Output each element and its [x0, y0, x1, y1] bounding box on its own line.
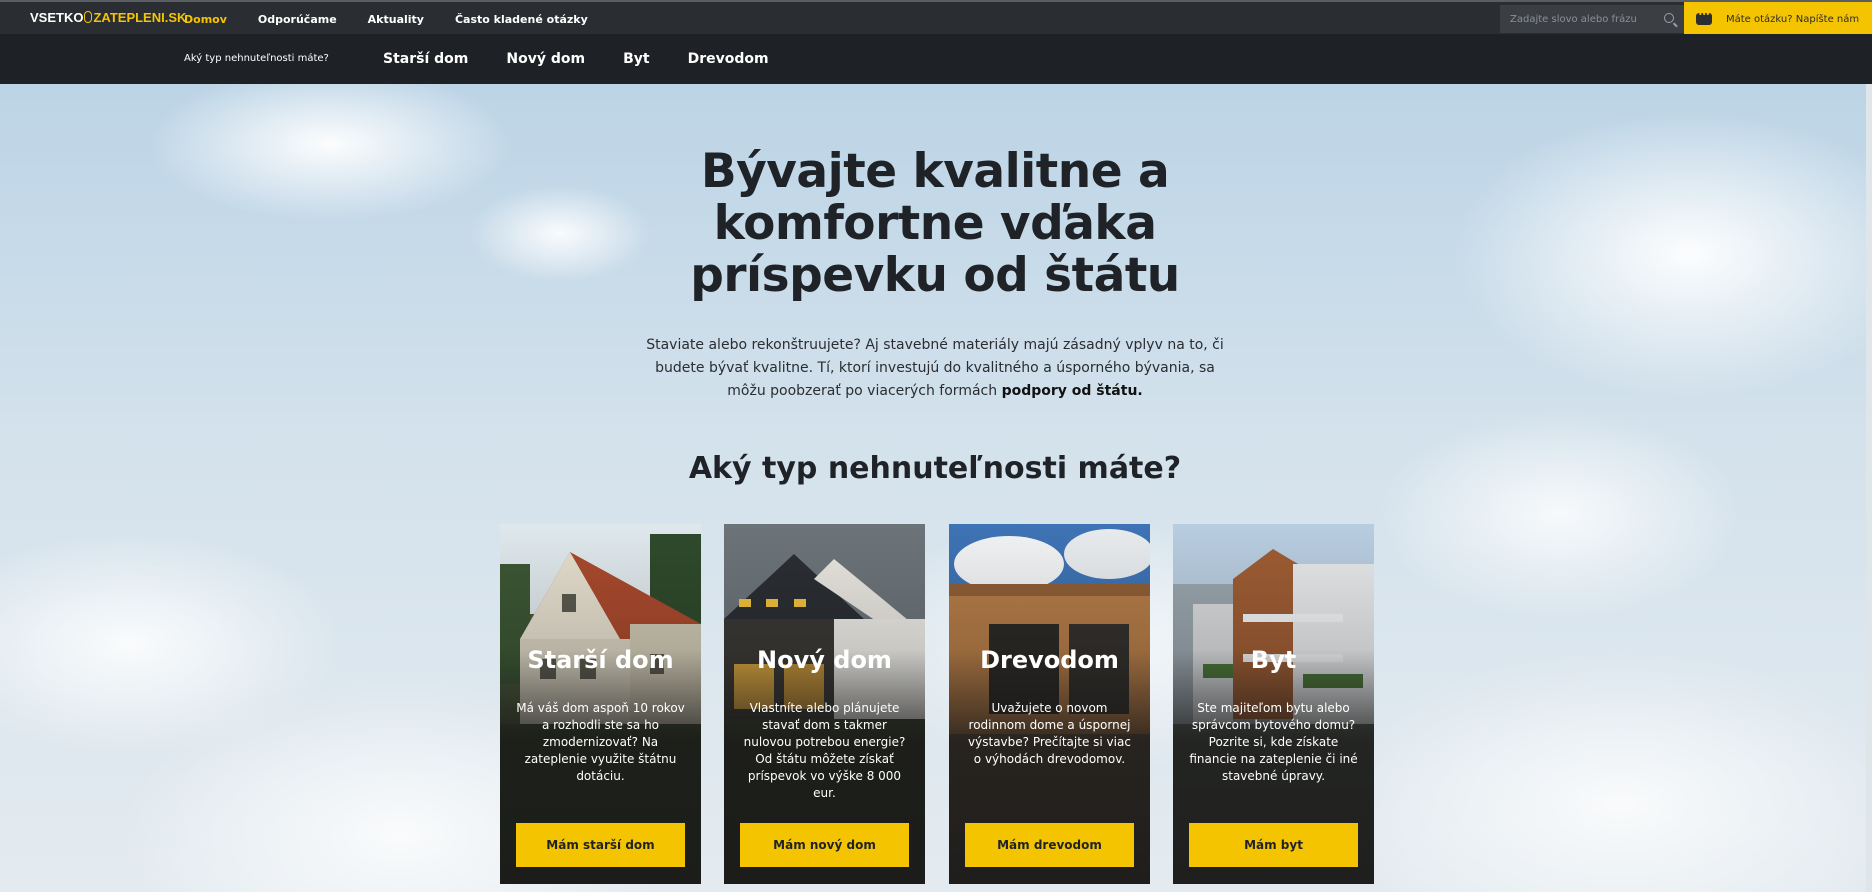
hero-lead: Staviate alebo rekonštruujete? Aj staveb…: [640, 334, 1230, 403]
card-description: Má váš dom aspoň 10 rokov a rozhodli ste…: [516, 701, 685, 783]
subnav-item-novy-dom[interactable]: Nový dom: [506, 51, 585, 67]
subnav-item-drevodom[interactable]: Drevodom: [688, 51, 769, 67]
card-title: Byt: [1250, 646, 1297, 674]
card-byt[interactable]: Byt Ste majiteľom bytu alebo správcom by…: [1173, 524, 1374, 884]
card-novy-dom[interactable]: Nový dom Vlastníte alebo plánujete stava…: [724, 524, 925, 884]
hero-lead-bold: podpory od štátu.: [1001, 383, 1143, 399]
property-type-nav: Starší dom Nový dom Byt Drevodom: [383, 34, 807, 84]
card-title: Drevodom: [980, 646, 1119, 674]
card-title: Starší dom: [527, 646, 674, 674]
property-type-question: Aký typ nehnuteľnosti máte?: [184, 53, 329, 64]
property-type-bar: Aký typ nehnuteľnosti máte? Starší dom N…: [0, 34, 1872, 84]
contact-button[interactable]: Máte otázku? Napíšte nám: [1684, 2, 1872, 36]
search-box: [1500, 5, 1684, 33]
nav-item-domov[interactable]: Domov: [184, 13, 227, 26]
mam-byt-button[interactable]: Mám byt: [1189, 823, 1358, 867]
card-description: Uvažujete o novom rodinnom dome a úsporn…: [968, 701, 1131, 766]
card-starsi-dom[interactable]: Starší dom Má váš dom aspoň 10 rokov a r…: [500, 524, 701, 884]
hero-title-line-3: príspevku od štátu: [690, 248, 1180, 303]
logo-o-icon: [84, 11, 93, 23]
mam-drevodom-button[interactable]: Mám drevodom: [965, 823, 1134, 867]
contact-label: Máte otázku? Napíšte nám: [1726, 13, 1860, 25]
search-icon[interactable]: [1664, 13, 1674, 23]
hero-title-line-2: komfortne vďaka: [713, 196, 1157, 251]
card-drevodom[interactable]: Drevodom Uvažujete o novom rodinnom dome…: [949, 524, 1150, 884]
search-input[interactable]: [1510, 13, 1658, 25]
card-title: Nový dom: [757, 646, 892, 674]
card-description: Vlastníte alebo plánujete stavať dom s t…: [743, 701, 906, 800]
card-description: Ste majiteľom bytu alebo správcom bytové…: [1189, 701, 1358, 783]
mam-novy-dom-button[interactable]: Mám nový dom: [740, 823, 909, 867]
nav-item-faq[interactable]: Často kladené otázky: [455, 13, 588, 26]
scrollbar[interactable]: [1866, 84, 1872, 892]
top-bar: VSETKO ZATEPLENI.SK Domov Odporúčame Aktu…: [0, 0, 1872, 36]
logo-text-part1: VSETKO: [30, 10, 84, 25]
mam-starsi-dom-button[interactable]: Mám starší dom: [516, 823, 685, 867]
hero-section: Bývajte kvalitne a komfortne vďaka prísp…: [0, 84, 1872, 892]
hero-title: Bývajte kvalitne a komfortne vďaka prísp…: [640, 146, 1230, 302]
hero-title-line-1: Bývajte kvalitne a: [700, 144, 1170, 199]
logo-text-part2: ZATEPLENI.SK: [93, 10, 187, 25]
site-logo[interactable]: VSETKO ZATEPLENI.SK: [30, 10, 186, 25]
section-title: Aký typ nehnuteľnosti máte?: [688, 451, 1182, 486]
chat-bubble-icon: [1696, 10, 1712, 25]
main-nav: Domov Odporúčame Aktuality Často kladené…: [184, 2, 619, 36]
subnav-item-byt[interactable]: Byt: [623, 51, 650, 67]
nav-item-odporucame[interactable]: Odporúčame: [258, 13, 337, 26]
nav-item-aktuality[interactable]: Aktuality: [368, 13, 424, 26]
subnav-item-starsi-dom[interactable]: Starší dom: [383, 51, 468, 67]
